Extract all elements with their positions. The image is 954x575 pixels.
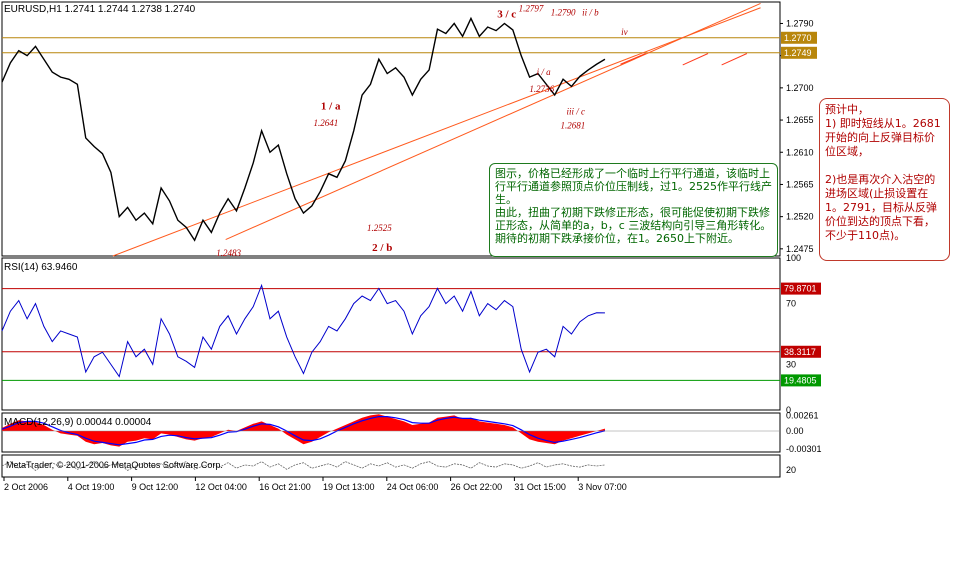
macd-title: MACD(12,26,9) 0.00044 0.00004 [4, 417, 152, 428]
rsi-tick-label: 30 [786, 359, 796, 369]
wave-annotation: 3 / c [497, 9, 516, 21]
x-tick-label: 3 Nov 07:00 [578, 482, 627, 492]
x-tick-label: 12 Oct 04:00 [195, 482, 247, 492]
chart-canvas: 1.27901.27451.27001.26551.26101.25651.25… [1, 1, 822, 492]
channel-segment [721, 53, 748, 66]
copyright-text: MetaTrader, © 2001-2006 MetaQuotes Softw… [6, 460, 223, 470]
y-tick-label: 1.2610 [786, 147, 814, 157]
wave-annotation: 1.2797 [519, 3, 544, 13]
wave-annotation: 1.2681 [560, 121, 585, 131]
wave-annotation: 1.2736 [529, 84, 554, 94]
x-tick-label: 26 Oct 22:00 [451, 482, 503, 492]
price-chart-title: EURUSD,H1 1.2741 1.2744 1.2738 1.2740 [4, 4, 196, 15]
level-label: 1.2749 [784, 48, 812, 58]
x-tick-label: 19 Oct 13:00 [323, 482, 375, 492]
wave-annotation: 1.2483 [216, 248, 241, 258]
macd-tick-label: 0.00261 [786, 410, 819, 420]
y-tick-label: 1.2655 [786, 115, 814, 125]
channel-segment [682, 53, 709, 66]
rsi-level-label: 79.8701 [784, 284, 817, 294]
x-tick-label: 2 Oct 2006 [4, 482, 48, 492]
wave-annotation: iv [621, 27, 628, 37]
analysis-note-green: 图示，价格已经形成了一个临时上行平行通道，该临时上行平行通道参照顶点价位压制线，… [489, 163, 778, 257]
wave-annotation: 1.2525 [367, 223, 392, 233]
wave-annotation: 1.2790 [551, 8, 576, 18]
wave-annotation: 2 / b [372, 242, 392, 254]
osc-tick-label: 20 [786, 465, 796, 475]
rsi-title: RSI(14) 63.9460 [4, 262, 78, 273]
macd-tick-label: 0.00 [786, 426, 804, 436]
y-tick-label: 1.2700 [786, 83, 814, 93]
x-tick-label: 24 Oct 06:00 [387, 482, 439, 492]
y-tick-label: 1.2565 [786, 179, 814, 189]
x-tick-label: 4 Oct 19:00 [68, 482, 115, 492]
wave-annotation: 1.2641 [313, 118, 338, 128]
time-axis: 2 Oct 2006 4 Oct 19:00 9 Oct 12:00 12 Oct 0… [3, 477, 627, 492]
wave-annotation: ii / b [582, 8, 599, 18]
rsi-tick-label: 100 [786, 253, 801, 263]
rsi-line [1, 283, 605, 378]
y-tick-label: 1.2520 [786, 212, 814, 222]
rsi-level-label: 38.3117 [784, 347, 816, 357]
rsi-level-label: 19.4805 [784, 375, 817, 385]
rsi-panel: 1007030079.870138.311719.4805 [1, 253, 821, 415]
wave-annotation: iii / c [567, 106, 586, 116]
y-tick-label: 1.2790 [786, 18, 814, 28]
level-label: 1.2770 [784, 33, 812, 43]
forecast-note-red: 预计中， 1) 即时短线从1。2681开始的向上反弹目标价位区域， 2)也是再次… [819, 98, 950, 261]
x-tick-label: 31 Oct 15:00 [514, 482, 566, 492]
wave-annotation: i / a [537, 67, 552, 77]
channel-segment [620, 53, 646, 65]
x-tick-label: 9 Oct 12:00 [132, 482, 179, 492]
panel-frame [1, 257, 781, 411]
macd-tick-label: -0.00301 [786, 444, 822, 454]
x-tick-label: 16 Oct 21:00 [259, 482, 311, 492]
wave-annotation: 1 / a [321, 100, 341, 112]
rsi-tick-label: 70 [786, 299, 796, 309]
